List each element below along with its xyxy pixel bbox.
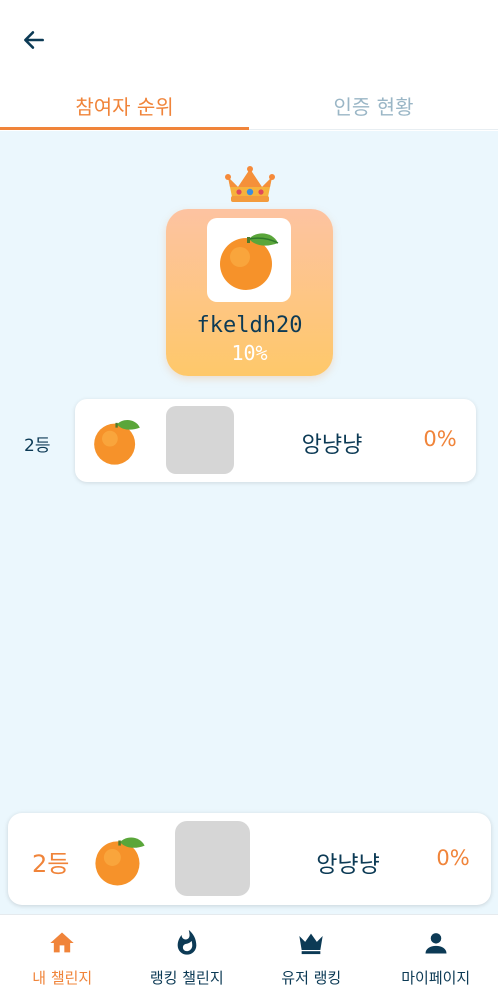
- flame-icon: [177, 929, 197, 955]
- my-photo-placeholder: [175, 821, 250, 896]
- ranking-content[interactable]: fkeldh20 10% 2등 앙냥냥 0%: [0, 131, 498, 914]
- orange-icon: [94, 420, 140, 465]
- crown-icon: [225, 166, 275, 202]
- person-icon: [425, 933, 447, 954]
- user-percent: 0%: [423, 427, 457, 451]
- rank-label: 2등: [24, 436, 51, 456]
- orange-icon: [95, 837, 145, 886]
- user-photo-placeholder: [166, 406, 234, 474]
- ranking-row[interactable]: 앙냥냥 0%: [75, 399, 476, 482]
- nav-label: 랭킹 챌린지: [149, 969, 224, 987]
- first-place-name: fkeldh20: [196, 313, 303, 338]
- nav-label: 마이페이지: [401, 969, 471, 987]
- first-place-percent: 10%: [231, 341, 268, 365]
- orange-icon: [220, 233, 279, 290]
- nav-label: 내 챌린지: [32, 969, 93, 987]
- first-place-card[interactable]: fkeldh20 10%: [166, 209, 333, 376]
- active-tab-indicator: [0, 127, 249, 130]
- nav-my-challenge[interactable]: 내 챌린지: [0, 915, 125, 996]
- my-percent: 0%: [436, 846, 470, 870]
- arrow-left-icon: [24, 31, 44, 49]
- my-rank-label: 2등: [32, 850, 70, 878]
- user-name: 앙냥냥: [301, 433, 363, 458]
- nav-ranking-challenge[interactable]: 랭킹 챌린지: [125, 915, 250, 996]
- bottom-navigation: 내 챌린지 랭킹 챌린지 유저 랭킹 마이페이지: [0, 914, 498, 996]
- tab-participant-ranking[interactable]: 참여자 순위: [0, 80, 249, 130]
- first-place-avatar: [207, 218, 291, 302]
- tab-verification-status[interactable]: 인증 현황: [249, 80, 498, 130]
- home-icon: [50, 932, 74, 953]
- crown-icon: [299, 933, 323, 955]
- back-button[interactable]: [18, 24, 50, 56]
- my-name: 앙냥냥: [316, 852, 380, 878]
- tab-bar: 참여자 순위 인증 현황: [0, 80, 498, 130]
- nav-user-ranking[interactable]: 유저 랭킹: [249, 915, 374, 996]
- my-rank-card[interactable]: 2등 앙냥냥 0%: [8, 813, 491, 905]
- nav-my-page[interactable]: 마이페이지: [374, 915, 498, 996]
- nav-label: 유저 랭킹: [281, 969, 342, 987]
- app-header: [0, 0, 498, 80]
